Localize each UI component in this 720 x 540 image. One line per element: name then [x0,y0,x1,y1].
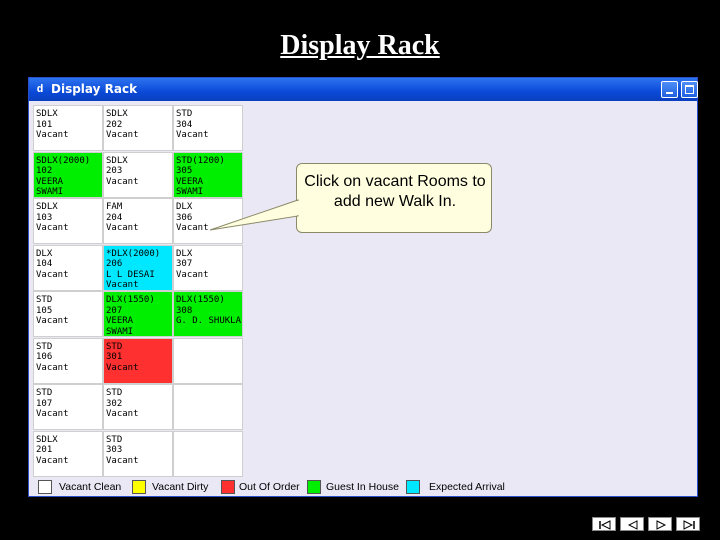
previous-slide-button[interactable] [620,517,644,531]
callout-text: Click on vacant Rooms to add new Walk In… [304,173,486,210]
legend-label: Guest In House [326,481,399,493]
window-titlebar[interactable]: d Display Rack [29,78,698,101]
display-rack-window: d Display Rack SDLX 101 Vacant SDLX 202 V… [28,77,698,497]
room-cell[interactable]: *DLX(2000) 206 L L DESAI Vacant [103,244,173,291]
room-cell[interactable]: SDLX(2000) 102 VEERA SWAMI [33,151,103,198]
legend-swatch-guest [307,480,321,494]
room-cell[interactable]: DLX(1550) 308 G. D. SHUKLA [173,291,243,337]
room-cell[interactable]: DLX(1550) 207 VEERA SWAMI [103,291,173,337]
legend-swatch-out [221,480,235,494]
legend-label: Expected Arrival [429,481,505,493]
previous-slide-icon [627,520,638,530]
room-cell[interactable]: STD 107 Vacant [33,384,103,430]
legend-label: Out Of Order [239,481,300,493]
first-slide-button[interactable] [592,517,616,531]
room-cell[interactable]: STD 106 Vacant [33,337,103,384]
room-cell[interactable]: DLX 307 Vacant [173,244,243,291]
room-cell[interactable]: SDLX 202 Vacant [103,105,173,151]
walk-in-callout: Click on vacant Rooms to add new Walk In… [296,163,492,233]
legend-label: Vacant Dirty [152,481,209,493]
status-legend: Vacant Clean Vacant Dirty Out Of Order Gues… [32,479,696,497]
maximize-icon [685,85,694,94]
room-cell[interactable]: SDLX 101 Vacant [33,105,103,151]
empty-cell [173,430,243,477]
room-cell[interactable]: SDLX 203 Vacant [103,151,173,198]
window-title: Display Rack [51,82,138,96]
room-cell[interactable]: STD 105 Vacant [33,291,103,337]
last-slide-button[interactable] [676,517,700,531]
next-slide-icon [656,520,667,530]
empty-cell [173,337,243,384]
last-slide-icon [683,520,695,530]
legend-swatch-dirty [132,480,146,494]
maximize-button[interactable] [681,81,698,98]
room-cell[interactable]: DLX 306 Vacant [173,198,243,244]
room-cell[interactable]: STD 303 Vacant [103,430,173,477]
legend-swatch-arrival [406,480,420,494]
room-cell[interactable]: STD(1200) 305 VEERA SWAMI [173,151,243,198]
room-cell[interactable]: STD 302 Vacant [103,384,173,430]
room-cell[interactable]: SDLX 201 Vacant [33,430,103,477]
next-slide-button[interactable] [648,517,672,531]
legend-swatch-clean [38,480,52,494]
app-icon: d [36,82,44,95]
room-cell[interactable]: STD 301 Vacant [103,337,173,384]
minimize-icon [666,92,673,94]
first-slide-icon [599,520,611,530]
legend-label: Vacant Clean [59,481,122,493]
minimize-button[interactable] [661,81,678,98]
room-cell[interactable]: DLX 104 Vacant [33,244,103,291]
empty-cell [173,384,243,430]
room-cell[interactable]: SDLX 103 Vacant [33,198,103,244]
slide-title: Display Rack [280,30,440,61]
room-cell[interactable]: FAM 204 Vacant [103,198,173,244]
room-cell[interactable]: STD 304 Vacant [173,105,243,151]
